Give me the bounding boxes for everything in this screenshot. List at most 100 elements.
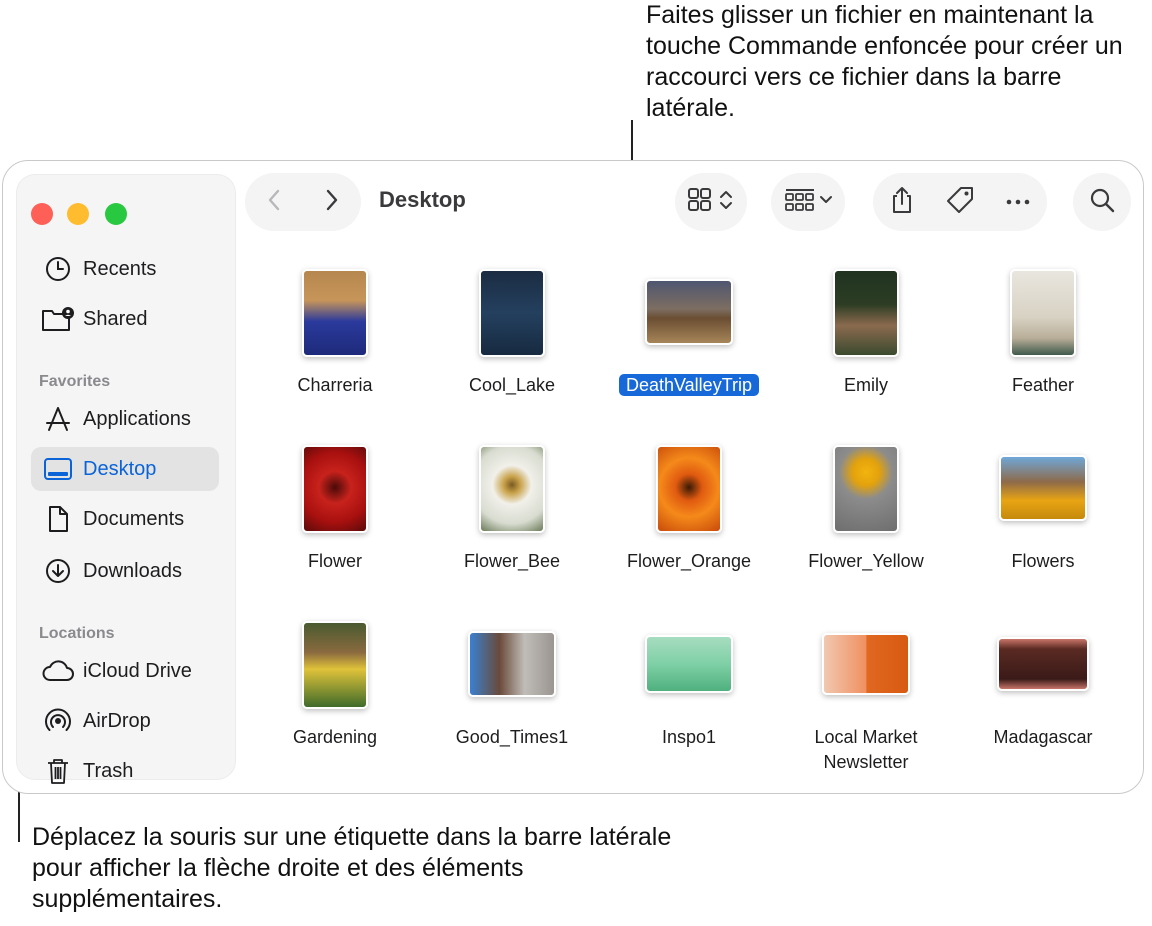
download-icon — [41, 556, 75, 586]
file-name: Flower_Bee — [463, 551, 561, 571]
window-title: Desktop — [379, 187, 466, 212]
image-thumbnail — [833, 269, 899, 357]
file-name: Good_Times1 — [455, 727, 569, 747]
file-item[interactable]: Charreria — [247, 265, 423, 415]
chevron-right-icon — [325, 188, 339, 217]
callout-sidebar-label: Déplacez la souris sur une étiquette dan… — [32, 823, 672, 913]
share-icon — [889, 185, 915, 220]
document-icon — [41, 504, 75, 534]
file-item[interactable]: Flower_Orange — [601, 441, 777, 591]
file-name: Feather — [1011, 375, 1075, 395]
tag-icon — [945, 185, 975, 220]
file-item[interactable]: Emily — [778, 265, 954, 415]
file-item[interactable]: Gardening — [247, 617, 423, 767]
view-mode-button[interactable] — [675, 173, 747, 231]
search-button[interactable] — [1073, 173, 1131, 231]
image-thumbnail — [822, 633, 910, 695]
file-item[interactable]: Local Market Newsletter — [778, 617, 954, 772]
file-item[interactable]: Feather — [955, 265, 1131, 415]
forward-button[interactable] — [303, 173, 361, 231]
sidebar-item-recents[interactable]: Recents — [31, 247, 219, 291]
zoom-window-button[interactable] — [105, 203, 127, 225]
image-thumbnail — [645, 635, 733, 693]
file-item[interactable]: Flower_Bee — [424, 441, 600, 591]
actions-group — [873, 173, 1047, 231]
finder-window: Recents Shared Favorites Applications De… — [2, 160, 1144, 794]
file-name: Gardening — [292, 727, 378, 747]
file-name: Cool_Lake — [468, 375, 556, 395]
navigation-group — [245, 173, 361, 231]
more-actions-button[interactable] — [989, 173, 1047, 231]
file-item[interactable]: Flowers — [955, 441, 1131, 591]
file-item[interactable]: DeathValleyTrip — [601, 265, 777, 415]
sidebar-item-icloud-drive[interactable]: iCloud Drive — [31, 649, 219, 693]
image-thumbnail — [302, 621, 368, 709]
file-name: Flower — [307, 551, 362, 571]
image-thumbnail — [302, 445, 368, 533]
group-by-group — [771, 173, 845, 231]
search-group — [1073, 173, 1131, 231]
file-item[interactable]: Cool_Lake — [424, 265, 600, 415]
sidebar-item-label: Recents — [83, 257, 157, 280]
file-name: DeathValleyTrip — [601, 373, 777, 398]
sidebar-item-label: Downloads — [83, 559, 182, 582]
sidebar-item-label: Documents — [83, 507, 185, 530]
image-thumbnail — [479, 445, 545, 533]
locations-header[interactable]: Locations — [39, 625, 115, 643]
minimize-window-button[interactable] — [67, 203, 89, 225]
sidebar-item-applications[interactable]: Applications — [31, 397, 219, 441]
icon-grid-icon — [685, 186, 737, 219]
file-name: Inspo1 — [661, 727, 717, 747]
sidebar-item-documents[interactable]: Documents — [31, 497, 219, 541]
chevron-left-icon — [267, 188, 281, 217]
file-name: Charreria — [297, 375, 373, 395]
file-item[interactable]: Inspo1 — [601, 617, 777, 767]
image-thumbnail — [479, 269, 545, 357]
sidebar-item-downloads[interactable]: Downloads — [31, 549, 219, 593]
sidebar-item-label: Shared — [83, 307, 148, 330]
cloud-icon — [41, 656, 75, 686]
close-window-button[interactable] — [31, 203, 53, 225]
file-name: Flower_Yellow — [808, 551, 924, 571]
search-icon — [1088, 186, 1116, 219]
clock-icon — [41, 254, 75, 284]
image-thumbnail — [833, 445, 899, 533]
file-item[interactable]: Flower_Yellow — [778, 441, 954, 591]
favorites-header[interactable]: Favorites — [39, 373, 110, 391]
view-mode-group — [675, 173, 747, 231]
sidebar-item-label: Desktop — [83, 457, 157, 480]
group-grid-icon — [780, 186, 836, 219]
sidebar-item-label: AirDrop — [83, 709, 151, 732]
group-by-button[interactable] — [771, 173, 845, 231]
image-thumbnail — [645, 279, 733, 345]
tags-button[interactable] — [931, 173, 989, 231]
ellipsis-icon — [1005, 193, 1031, 211]
airdrop-icon — [41, 706, 75, 736]
sidebar-item-label: iCloud Drive — [83, 659, 192, 682]
file-name: Local Market Newsletter — [814, 727, 918, 772]
applications-icon — [41, 404, 75, 434]
image-thumbnail — [302, 269, 368, 357]
file-name: Flower_Orange — [626, 551, 752, 571]
trash-icon — [41, 756, 75, 786]
shared-folder-icon — [41, 304, 75, 334]
image-thumbnail — [999, 455, 1087, 521]
file-item[interactable]: Flower — [247, 441, 423, 591]
sidebar-item-trash[interactable]: Trash — [31, 749, 219, 793]
desktop-icon — [41, 454, 75, 484]
sidebar-item-label: Applications — [83, 407, 191, 430]
file-item[interactable]: Madagascar — [955, 617, 1131, 767]
callout-drag-shortcut: Faites glisser un fichier en maintenant … — [646, 1, 1123, 122]
sidebar: Recents Shared Favorites Applications De… — [17, 175, 235, 784]
image-thumbnail — [1010, 269, 1076, 357]
sidebar-item-desktop[interactable]: Desktop — [31, 447, 219, 491]
sidebar-item-airdrop[interactable]: AirDrop — [31, 699, 219, 743]
file-item[interactable]: Good_Times1 — [424, 617, 600, 767]
back-button[interactable] — [245, 173, 303, 231]
image-thumbnail — [468, 631, 556, 697]
share-button[interactable] — [873, 173, 931, 231]
image-thumbnail — [656, 445, 722, 533]
sidebar-item-shared[interactable]: Shared — [31, 297, 219, 341]
sidebar-item-label: Trash — [83, 759, 134, 782]
file-name: Emily — [844, 375, 888, 395]
